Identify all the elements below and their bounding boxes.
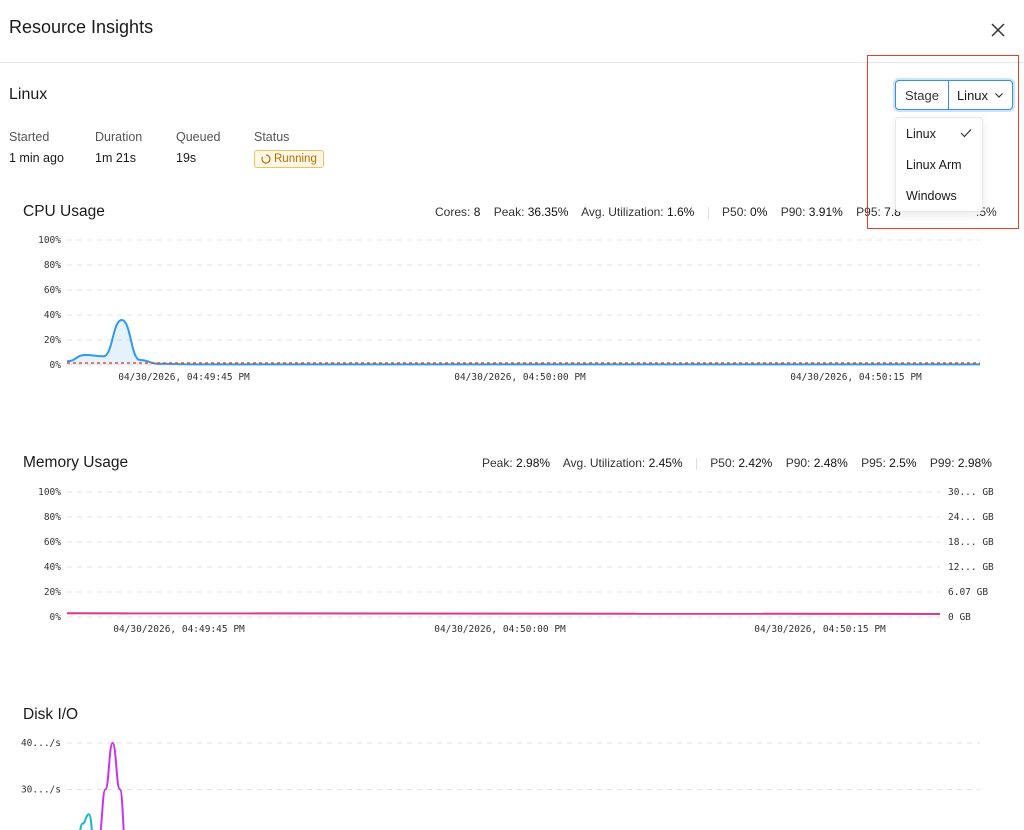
stage-name: Linux xyxy=(9,86,48,103)
stat-label: P90: xyxy=(780,205,806,219)
stat-separator xyxy=(695,457,697,470)
stat-label: P99: xyxy=(929,456,955,470)
stat-label: Peak: xyxy=(482,456,513,470)
mem-p50-value: 2.42% xyxy=(738,456,773,470)
series-line xyxy=(79,813,93,830)
series-line xyxy=(99,741,125,830)
queued-value: 19s xyxy=(176,151,197,165)
series-line xyxy=(66,612,941,615)
mem-peak-value: 2.98% xyxy=(516,456,551,470)
menu-item-label: Windows xyxy=(906,188,957,203)
cpu-stats: Cores: 8 Peak: 36.35% Avg. Utilization: … xyxy=(435,205,901,219)
stage-select[interactable]: Stage Linux xyxy=(895,80,1013,110)
stat-label: P95: xyxy=(861,456,886,470)
y-tick-label: 0% xyxy=(50,360,62,371)
duration-value: 1m 21s xyxy=(95,151,136,165)
y-tick-label: 100% xyxy=(38,235,61,246)
y-right-tick-label: 30... GB xyxy=(948,487,994,498)
y-tick-label: 20% xyxy=(44,587,61,598)
x-tick-label: 04/30/2026, 04:49:45 PM xyxy=(113,624,245,635)
stat-label: Cores: xyxy=(435,205,471,219)
y-tick-label: 100% xyxy=(38,487,61,498)
cpu-p50-value: 0% xyxy=(750,205,768,219)
header-divider xyxy=(0,62,1024,63)
duration-label: Duration xyxy=(95,130,143,144)
series-line xyxy=(66,318,980,366)
y-right-tick-label: 24... GB xyxy=(948,512,994,523)
started-label: Started xyxy=(9,130,50,144)
cpu-chart: 100% 80% 60% 40% 20% 0% 04/30/2026, 04:49:45 P… xyxy=(38,235,980,383)
disk-chart: 40.../s30.../s20.../s xyxy=(21,738,980,830)
y-tick-label: 20% xyxy=(44,335,61,346)
y-right-tick-label: 0 GB xyxy=(948,612,971,623)
status-badge: Running xyxy=(254,150,324,168)
y-tick-label: 80% xyxy=(44,512,61,523)
check-icon xyxy=(960,129,972,138)
y-tick-label: 60% xyxy=(44,285,61,296)
stage-select-value-button[interactable]: Linux xyxy=(949,81,1012,109)
stat-label: Peak: xyxy=(493,205,525,219)
x-tick-label: 04/30/2026, 04:50:00 PM xyxy=(434,624,566,635)
y-tick-label: 40% xyxy=(44,310,61,321)
stage-select-label: Stage xyxy=(896,81,949,109)
cpu-peak-value: 36.35% xyxy=(527,205,569,219)
menu-item-label: Linux xyxy=(906,126,936,141)
y-tick-label: 60% xyxy=(44,537,61,548)
mem-p90-value: 2.48% xyxy=(813,456,848,470)
x-tick-label: 04/30/2026, 04:50:15 PM xyxy=(790,372,922,383)
stat-label: P90: xyxy=(785,456,811,470)
stat-separator xyxy=(707,206,709,219)
cpu-cores-value: 8 xyxy=(473,205,481,219)
series-area xyxy=(67,320,980,365)
y-tick-label: 40% xyxy=(44,562,61,573)
dialog-title: Resource Insights xyxy=(9,17,154,37)
memory-stats: Peak: 2.98% Avg. Utilization: 2.45% P50:… xyxy=(482,456,992,470)
stat-label: P95: xyxy=(856,205,881,219)
spinner-icon xyxy=(261,154,271,164)
x-tick-label: 04/30/2026, 04:49:45 PM xyxy=(118,372,250,383)
cpu-avg-value: 1.6% xyxy=(666,205,695,219)
chevron-down-icon xyxy=(995,93,1003,98)
y-tick-label: 80% xyxy=(44,260,61,271)
menu-item-windows[interactable]: Windows xyxy=(896,180,982,211)
mem-p95-value: 2.5% xyxy=(889,456,917,470)
y-right-tick-label: 12... GB xyxy=(948,562,994,573)
stage-select-value: Linux xyxy=(956,87,989,103)
queued-label: Queued xyxy=(176,130,221,144)
y-right-tick-label: 18... GB xyxy=(948,537,994,548)
memory-title: Memory Usage xyxy=(23,454,129,471)
y-tick-label: 0% xyxy=(50,612,62,623)
disk-title: Disk I/O xyxy=(23,706,79,723)
stat-label: Avg. Utilization: xyxy=(562,456,646,470)
memory-chart: 100% 80% 60% 40% 20% 0% 30... GB 24... GB 18... … xyxy=(38,487,994,635)
started-value: 1 min ago xyxy=(9,151,64,165)
menu-item-linux-arm[interactable]: Linux Arm xyxy=(896,149,982,180)
y-tick-label: 40.../s xyxy=(21,738,61,749)
status-label: Status xyxy=(254,130,290,144)
mem-p99-value: 2.98% xyxy=(957,456,992,470)
menu-item-linux[interactable]: Linux xyxy=(896,118,982,149)
status-value: Running xyxy=(274,153,317,165)
x-tick-label: 04/30/2026, 04:50:15 PM xyxy=(754,624,886,635)
stat-label: P50: xyxy=(722,205,747,219)
mem-avg-value: 2.45% xyxy=(648,456,683,470)
menu-item-label: Linux Arm xyxy=(906,157,962,172)
cpu-title: CPU Usage xyxy=(23,203,105,220)
stage-dropdown-menu: Linux Linux Arm Windows xyxy=(895,117,983,212)
y-right-tick-label: 6.07 GB xyxy=(948,587,988,598)
y-tick-label: 30.../s xyxy=(21,785,61,796)
cpu-p90-value: 3.91% xyxy=(808,205,843,219)
x-tick-label: 04/30/2026, 04:50:00 PM xyxy=(454,372,586,383)
stat-label: Avg. Utilization: xyxy=(581,205,664,219)
close-icon xyxy=(991,23,1005,37)
close-button[interactable] xyxy=(988,20,1008,40)
stat-label: P50: xyxy=(710,456,735,470)
